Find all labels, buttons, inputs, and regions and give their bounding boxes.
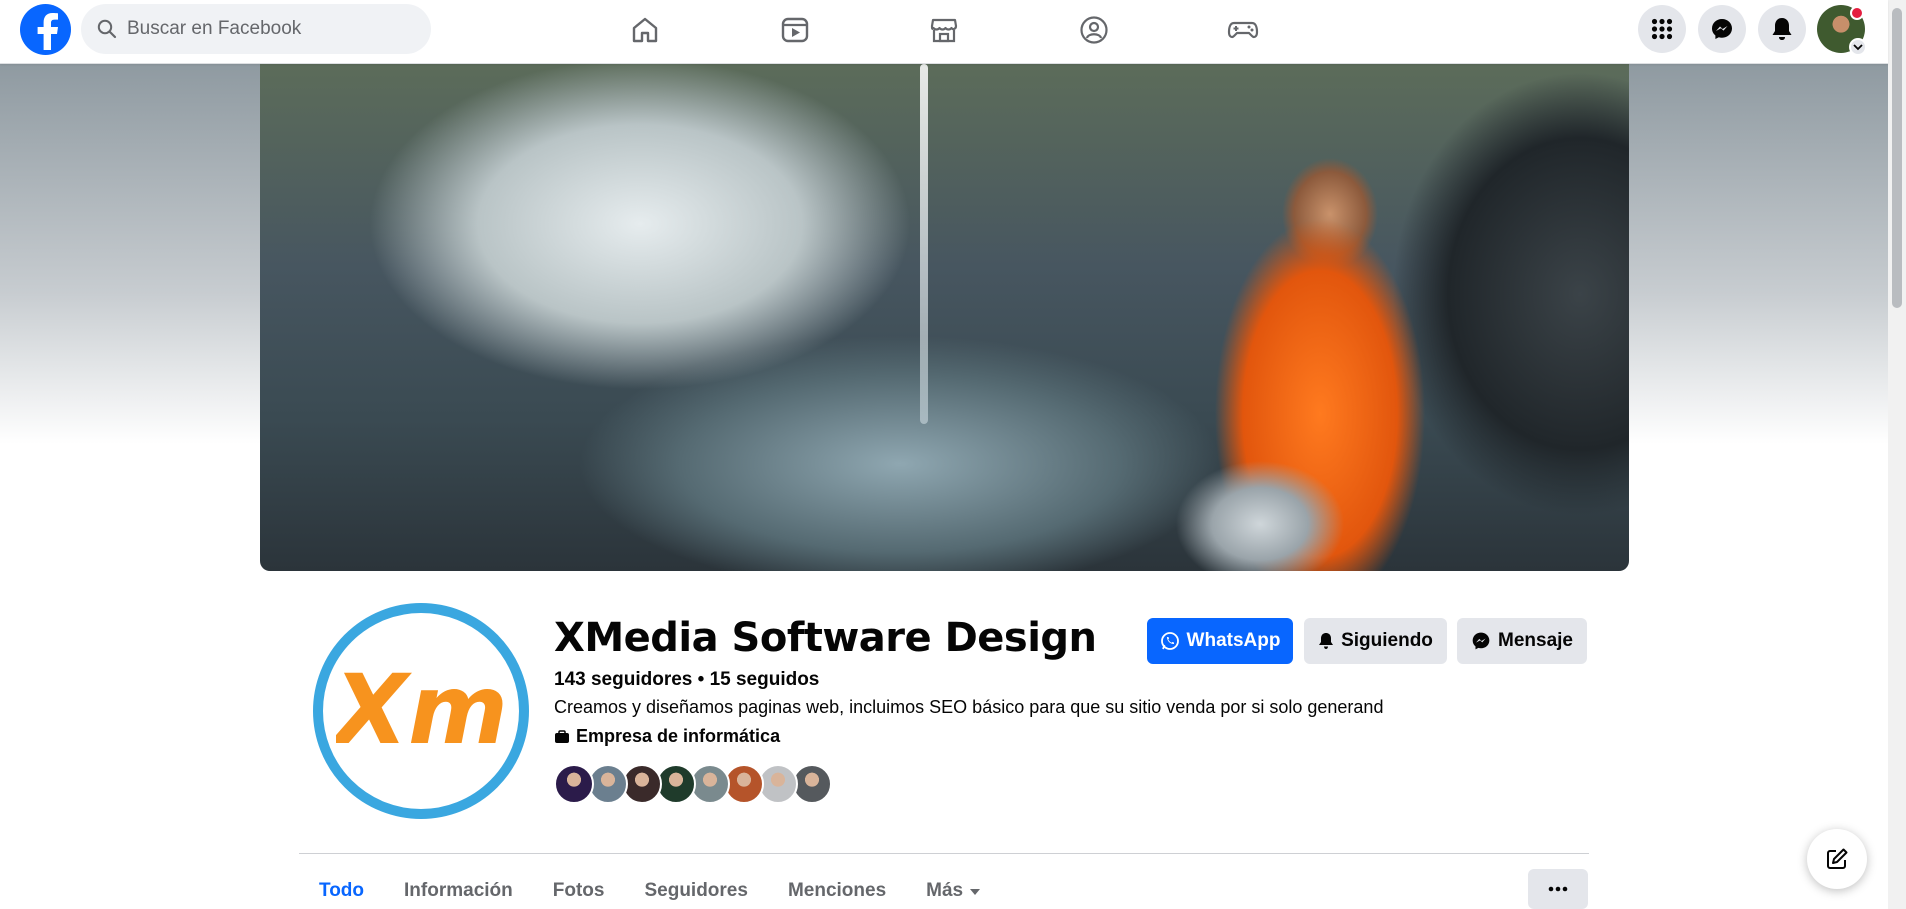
tab-menciones[interactable]: Menciones <box>768 866 906 909</box>
nav-marketplace[interactable] <box>889 4 999 56</box>
menu-button[interactable] <box>1638 5 1686 53</box>
tab-label: Todo <box>319 880 365 901</box>
compose-icon <box>1827 848 1848 869</box>
tabs-divider <box>299 853 1589 854</box>
message-button[interactable]: Mensaje <box>1457 618 1587 664</box>
top-navigation-bar <box>0 0 1888 64</box>
search-input[interactable] <box>127 18 407 40</box>
cover-photo[interactable] <box>260 64 1629 571</box>
more-options-button[interactable] <box>1528 869 1588 909</box>
search-bar[interactable] <box>81 4 431 54</box>
xm-logo: Xm <box>336 654 506 766</box>
nav-video[interactable] <box>740 4 850 56</box>
profile-tabs: Todo Información Fotos Seguidores Mencio… <box>299 866 1001 909</box>
gaming-icon <box>1227 21 1259 39</box>
facebook-logo-icon[interactable] <box>20 4 71 55</box>
account-menu-chevron[interactable] <box>1849 38 1867 56</box>
messenger-button[interactable] <box>1698 5 1746 53</box>
follower-avatar[interactable] <box>622 764 662 804</box>
ellipsis-icon <box>1548 886 1568 892</box>
whatsapp-button[interactable]: WhatsApp <box>1147 618 1293 664</box>
tab-label: Fotos <box>552 880 605 901</box>
groups-icon <box>1080 16 1108 44</box>
scrollbar-thumb[interactable] <box>1892 8 1902 308</box>
whatsapp-icon <box>1160 632 1179 650</box>
follower-avatar[interactable] <box>792 764 832 804</box>
follower-avatar[interactable] <box>656 764 696 804</box>
notification-badge <box>1850 6 1864 20</box>
bell-icon <box>1772 18 1792 40</box>
chevron-down-icon <box>1853 44 1863 51</box>
page-bio: Creamos y diseñamos paginas web, incluim… <box>554 697 1384 717</box>
nav-gaming[interactable] <box>1188 4 1298 56</box>
follower-avatar[interactable] <box>588 764 628 804</box>
messenger-icon <box>1712 19 1732 39</box>
caret-down-icon <box>970 889 981 895</box>
profile-picture[interactable]: Xm <box>313 603 529 819</box>
marketplace-icon <box>930 18 958 43</box>
page-category: Empresa de informática <box>554 726 780 747</box>
home-icon <box>632 17 658 43</box>
following-link[interactable]: 15 seguidos <box>710 669 820 690</box>
follower-avatar[interactable] <box>724 764 764 804</box>
stats-separator: • <box>692 669 710 690</box>
tab-label: Seguidores <box>644 880 748 901</box>
follower-avatar[interactable] <box>758 764 798 804</box>
new-message-button[interactable] <box>1807 829 1867 889</box>
search-icon <box>97 19 117 39</box>
whatsapp-label: WhatsApp <box>1186 630 1281 651</box>
tab-seguidores[interactable]: Seguidores <box>624 866 767 909</box>
messenger-icon <box>1472 632 1490 650</box>
briefcase-icon <box>555 729 569 743</box>
follower-avatar[interactable] <box>554 764 594 804</box>
follower-avatar[interactable] <box>690 764 730 804</box>
menu-grid-icon <box>1651 18 1673 40</box>
page-scrollbar[interactable] <box>1888 0 1906 909</box>
svg-text:Xm: Xm <box>336 654 506 766</box>
follower-stats: 143 seguidores • 15 seguidos <box>554 669 819 691</box>
notifications-button[interactable] <box>1758 5 1806 53</box>
category-label: Empresa de informática <box>576 726 781 746</box>
follower-avatars <box>554 764 832 804</box>
video-icon <box>781 17 809 43</box>
following-button[interactable]: Siguiendo <box>1304 618 1447 664</box>
cover-photo-detail <box>920 64 928 424</box>
bell-icon <box>1319 633 1334 649</box>
tab-mas[interactable]: Más <box>906 866 1001 909</box>
tab-label: Información <box>404 880 513 901</box>
nav-home[interactable] <box>590 4 700 56</box>
page-title: XMedia Software Design <box>554 615 1097 661</box>
following-label: Siguiendo <box>1341 630 1433 651</box>
tab-label: Más <box>926 880 964 901</box>
followers-link[interactable]: 143 seguidores <box>554 669 692 690</box>
message-label: Mensaje <box>1498 630 1573 651</box>
tab-todo[interactable]: Todo <box>299 866 384 909</box>
tab-label: Menciones <box>787 880 887 901</box>
tab-informacion[interactable]: Información <box>384 866 533 909</box>
tab-fotos[interactable]: Fotos <box>533 866 625 909</box>
nav-groups[interactable] <box>1039 4 1149 56</box>
